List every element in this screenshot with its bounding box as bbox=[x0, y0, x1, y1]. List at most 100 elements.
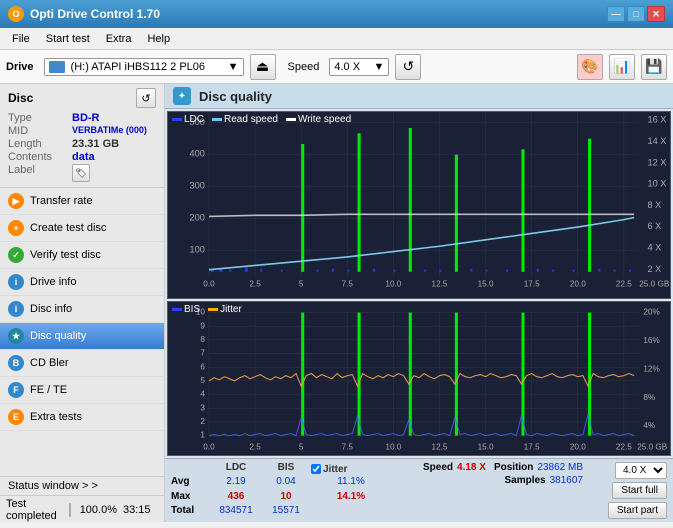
speed-value: 4.0 X bbox=[334, 61, 360, 73]
nav-drive-info[interactable]: i Drive info bbox=[0, 269, 164, 296]
test-completed-label: Test completed bbox=[6, 498, 63, 522]
legend-ldc: LDC bbox=[184, 114, 204, 125]
speed-dropdown-arrow: ▼ bbox=[373, 61, 384, 73]
samples-label: Samples bbox=[504, 475, 545, 486]
jitter-checkbox[interactable] bbox=[311, 464, 321, 474]
speed-label: Speed bbox=[288, 61, 320, 73]
svg-text:25.0 GB: 25.0 GB bbox=[639, 279, 669, 289]
sidebar: Disc ↺ Type BD-R MID VERBATIMe (000) Len… bbox=[0, 84, 165, 522]
main-area: Disc ↺ Type BD-R MID VERBATIMe (000) Len… bbox=[0, 84, 673, 522]
svg-text:7: 7 bbox=[200, 348, 205, 358]
menu-extra[interactable]: Extra bbox=[98, 31, 140, 47]
statusbar: Status window > > Test completed 100.0% … bbox=[0, 476, 164, 522]
svg-text:100: 100 bbox=[190, 243, 205, 254]
menu-help[interactable]: Help bbox=[139, 31, 178, 47]
status-window-row[interactable]: Status window > > bbox=[0, 477, 164, 496]
svg-text:4 X: 4 X bbox=[647, 241, 662, 252]
disc-type-val: BD-R bbox=[72, 112, 100, 124]
nav-disc-quality-label: Disc quality bbox=[30, 330, 86, 342]
graph-button[interactable]: 📊 bbox=[609, 54, 635, 80]
progress-label: 100.0% bbox=[77, 504, 117, 516]
color-button[interactable]: 🎨 bbox=[577, 54, 603, 80]
nav-extra-tests[interactable]: E Extra tests bbox=[0, 404, 164, 431]
svg-text:10.0: 10.0 bbox=[385, 279, 401, 289]
disc-info-icon: i bbox=[8, 301, 24, 317]
menu-file[interactable]: File bbox=[4, 31, 38, 47]
nav-verify-test-disc-label: Verify test disc bbox=[30, 249, 101, 261]
bottom-chart-legend: BIS Jitter bbox=[172, 304, 242, 315]
eject-button[interactable]: ⏏ bbox=[250, 54, 276, 80]
save-button[interactable]: 💾 bbox=[641, 54, 667, 80]
svg-text:8: 8 bbox=[200, 334, 205, 344]
svg-text:3: 3 bbox=[200, 403, 205, 413]
refresh-button[interactable]: ↺ bbox=[395, 54, 421, 80]
svg-text:4: 4 bbox=[200, 389, 205, 399]
menu-start-test[interactable]: Start test bbox=[38, 31, 98, 47]
cd-bler-icon: B bbox=[8, 355, 24, 371]
svg-text:5: 5 bbox=[299, 279, 304, 289]
svg-text:16 X: 16 X bbox=[647, 113, 667, 124]
speed-select[interactable]: 4.0 X ▼ bbox=[329, 58, 389, 76]
maximize-button[interactable]: □ bbox=[627, 6, 645, 22]
nav-transfer-rate[interactable]: ▶ Transfer rate bbox=[0, 188, 164, 215]
disc-info-panel: Disc ↺ Type BD-R MID VERBATIMe (000) Len… bbox=[0, 84, 164, 188]
ldc-chart: LDC Read speed Write speed bbox=[167, 111, 671, 299]
nav-verify-test-disc[interactable]: ✓ Verify test disc bbox=[0, 242, 164, 269]
toolbar: Drive (H:) ATAPI iHBS112 2 PL06 ▼ ⏏ Spee… bbox=[0, 50, 673, 84]
nav-disc-info[interactable]: i Disc info bbox=[0, 296, 164, 323]
max-bis-val: 10 bbox=[261, 491, 311, 505]
create-test-disc-icon: + bbox=[8, 220, 24, 236]
svg-text:15.0: 15.0 bbox=[478, 442, 494, 452]
disc-contents-val: data bbox=[72, 151, 95, 163]
disc-length-key: Length bbox=[8, 138, 68, 150]
nav-cd-bler[interactable]: B CD Bler bbox=[0, 350, 164, 377]
scan-speed-select[interactable]: 4.0 X bbox=[615, 462, 667, 479]
max-ldc-val: 436 bbox=[211, 491, 261, 505]
svg-text:8 X: 8 X bbox=[647, 199, 662, 210]
close-button[interactable]: ✕ bbox=[647, 6, 665, 22]
legend-jitter: Jitter bbox=[220, 304, 242, 315]
svg-text:14 X: 14 X bbox=[647, 135, 667, 146]
stats-bottom-bar: LDC BIS Jitter Avg 2.19 0.04 11.1% Max 4… bbox=[165, 458, 673, 522]
avg-row-label: Avg bbox=[171, 476, 211, 490]
app-icon: O bbox=[8, 6, 24, 22]
start-part-button[interactable]: Start part bbox=[608, 502, 667, 519]
start-full-button[interactable]: Start full bbox=[612, 482, 667, 499]
drive-dropdown-arrow: ▼ bbox=[228, 61, 239, 73]
svg-text:20.0: 20.0 bbox=[570, 442, 586, 452]
svg-text:6: 6 bbox=[200, 362, 205, 372]
disc-length-val: 23.31 GB bbox=[72, 138, 119, 150]
content-area: ✦ Disc quality LDC Read speed Write spee… bbox=[165, 84, 673, 522]
disc-label-button[interactable]: 🏷 bbox=[72, 164, 90, 182]
svg-text:7.5: 7.5 bbox=[342, 442, 354, 452]
menubar: File Start test Extra Help bbox=[0, 28, 673, 50]
start-buttons-section: 4.0 X Start full Start part bbox=[587, 462, 667, 519]
jitter-label: Jitter bbox=[323, 464, 347, 475]
minimize-button[interactable]: — bbox=[607, 6, 625, 22]
test-completed-row: Test completed 100.0% 33:15 bbox=[0, 496, 164, 524]
drive-select[interactable]: (H:) ATAPI iHBS112 2 PL06 ▼ bbox=[44, 58, 244, 76]
svg-text:22.5: 22.5 bbox=[616, 279, 632, 289]
nav-disc-quality[interactable]: ★ Disc quality bbox=[0, 323, 164, 350]
app-title: Opti Drive Control 1.70 bbox=[30, 7, 607, 21]
svg-text:10 X: 10 X bbox=[647, 177, 667, 188]
svg-text:15.0: 15.0 bbox=[478, 279, 494, 289]
stats-table: LDC BIS Jitter Avg 2.19 0.04 11.1% Max 4… bbox=[171, 462, 419, 519]
svg-text:2.5: 2.5 bbox=[249, 279, 261, 289]
total-row-label: Total bbox=[171, 505, 211, 519]
nav-create-test-disc-label: Create test disc bbox=[30, 222, 106, 234]
drive-icon bbox=[49, 61, 65, 73]
avg-bis-val: 0.04 bbox=[261, 476, 311, 490]
svg-text:8%: 8% bbox=[643, 392, 655, 402]
verify-test-disc-icon: ✓ bbox=[8, 247, 24, 263]
svg-text:0.0: 0.0 bbox=[203, 279, 215, 289]
content-header: ✦ Disc quality bbox=[165, 84, 673, 109]
svg-text:12%: 12% bbox=[643, 364, 660, 374]
svg-text:16%: 16% bbox=[643, 335, 660, 345]
disc-refresh-button[interactable]: ↺ bbox=[136, 88, 156, 108]
position-val: 23862 MB bbox=[537, 462, 583, 473]
disc-label-key: Label bbox=[8, 164, 68, 182]
nav-fe-te[interactable]: F FE / TE bbox=[0, 377, 164, 404]
nav-create-test-disc[interactable]: + Create test disc bbox=[0, 215, 164, 242]
svg-text:5: 5 bbox=[200, 375, 205, 385]
